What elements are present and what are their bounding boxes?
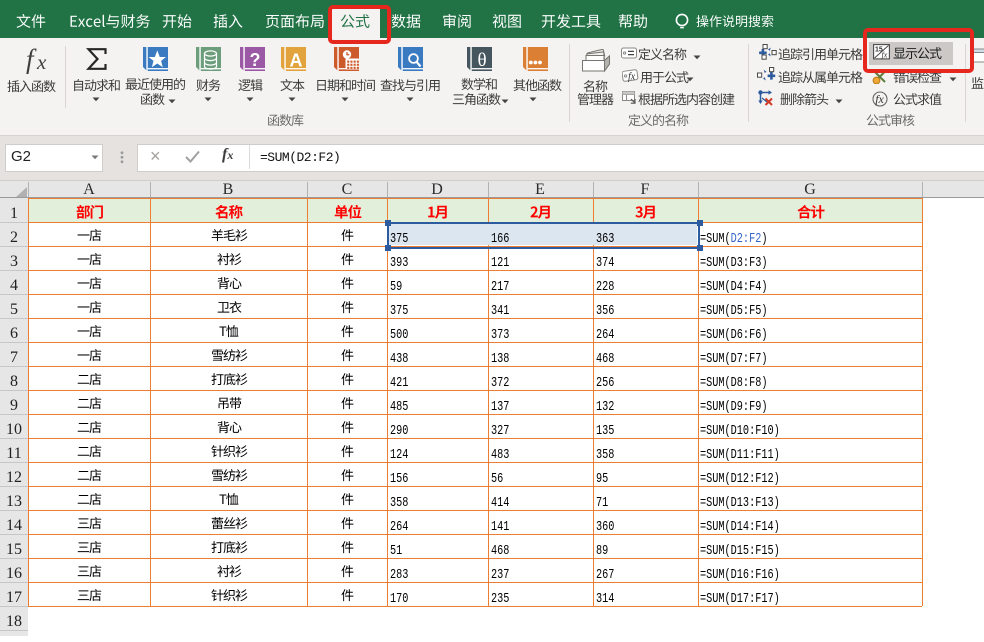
svg-text:A: A — [289, 51, 302, 71]
svg-text:?: ? — [249, 50, 260, 70]
svg-text:fx: fx — [875, 92, 884, 106]
svg-text:θ: θ — [477, 50, 486, 71]
svg-text:fx: fx — [628, 72, 636, 83]
